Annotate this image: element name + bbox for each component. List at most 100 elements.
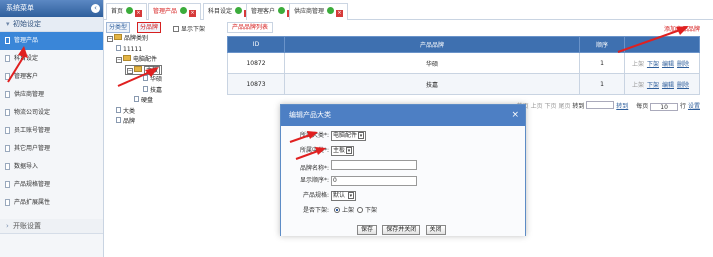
checkbox-label: 显示下架 bbox=[181, 26, 206, 33]
sidebar-item-label: 物流公司设定 bbox=[14, 109, 51, 116]
delete-link[interactable]: 删除 bbox=[677, 61, 689, 68]
tree-node-label: 品牌类别 bbox=[124, 35, 149, 42]
sidebar-item-customers[interactable]: 管理客户 bbox=[0, 68, 103, 86]
sidebar-item-label: 供应商管理 bbox=[14, 91, 45, 98]
document-icon bbox=[5, 145, 10, 152]
refresh-icon[interactable] bbox=[180, 7, 188, 14]
pager-set-link[interactable]: 设置 bbox=[688, 103, 700, 110]
close-button[interactable]: 关闭 bbox=[425, 225, 446, 235]
tree-node-label: 硬盘 bbox=[141, 97, 154, 104]
tab-manage-products[interactable]: 管理产品 × bbox=[148, 3, 202, 20]
pager-rows-unit: 行 bbox=[680, 103, 687, 110]
tree-node-disk[interactable]: 硬盘 bbox=[134, 96, 153, 106]
pager-goto-label: 转到 bbox=[572, 103, 585, 110]
sidebar-item-import[interactable]: 数据导入 bbox=[0, 158, 103, 176]
tab-suppliers[interactable]: 供应商管理 × bbox=[289, 3, 349, 20]
document-icon bbox=[5, 37, 10, 44]
offline-link[interactable]: 下架 bbox=[647, 61, 659, 68]
section-label: 初始设定 bbox=[13, 20, 41, 28]
sidebar-item-label: 产品规格管理 bbox=[14, 181, 51, 188]
radio-offline[interactable] bbox=[357, 207, 364, 213]
column-header-order[interactable]: 顺序 bbox=[579, 36, 625, 53]
close-icon[interactable]: × bbox=[511, 105, 519, 126]
tree-node-label: 技嘉 bbox=[150, 87, 163, 94]
sidebar-item-spec[interactable]: 产品规格管理 bbox=[0, 176, 103, 194]
edit-link[interactable]: 编辑 bbox=[662, 61, 674, 68]
cell-brand: 技嘉 bbox=[284, 73, 580, 95]
tab-brand-list[interactable]: 产品品牌列表 bbox=[227, 22, 274, 33]
mid-category-select[interactable]: 主板 ▾ bbox=[331, 146, 355, 156]
pager-next[interactable]: 下页 bbox=[545, 103, 557, 110]
pager-prev[interactable]: 上页 bbox=[531, 103, 543, 110]
save-and-close-button[interactable]: 保存并关闭 bbox=[382, 225, 421, 235]
tree-node-computer[interactable]: − 电脑配件 bbox=[116, 55, 157, 65]
tree-node-root[interactable]: − 品牌类别 bbox=[107, 34, 148, 44]
sidebar-item-subjects[interactable]: 科目设定 bbox=[0, 50, 103, 68]
sidebar-item-manage-products[interactable]: 管理产品 bbox=[0, 32, 103, 50]
collapse-icon[interactable]: − bbox=[116, 57, 122, 63]
save-button[interactable]: 保存 bbox=[357, 225, 378, 235]
tree-node-jijia[interactable]: 技嘉 bbox=[143, 86, 162, 96]
select-value: 电脑配件 bbox=[333, 132, 358, 139]
sidebar-item-label: 科目设定 bbox=[14, 55, 39, 62]
display-order-input[interactable]: 0 bbox=[331, 176, 417, 186]
sidebar-item-logistics[interactable]: 物流公司设定 bbox=[0, 104, 103, 122]
dialog-body: 所属大类*: 电脑配件 ▾ 所属中类*: 主板 ▾ 品牌名称*: 显示顺序*: 0 产品规… bbox=[281, 126, 525, 236]
tree-node-mainboard[interactable]: − 主板 bbox=[125, 65, 163, 75]
refresh-icon[interactable] bbox=[235, 7, 243, 14]
collapse-icon[interactable]: − bbox=[107, 36, 113, 42]
column-header-brand[interactable]: 产品品牌 bbox=[284, 36, 580, 53]
tab-by-type[interactable]: 分类型 bbox=[106, 22, 131, 33]
delete-link[interactable]: 删除 bbox=[677, 82, 689, 89]
add-brand-link[interactable]: 添加产品品牌 bbox=[664, 24, 700, 33]
offline-link[interactable]: 下架 bbox=[647, 82, 659, 89]
tree-node-huashuo[interactable]: 华硕 bbox=[143, 75, 162, 85]
refresh-icon[interactable] bbox=[278, 7, 286, 14]
column-header-id[interactable]: ID bbox=[227, 36, 285, 53]
collapse-sidebar-icon[interactable]: ‹ bbox=[91, 4, 100, 13]
field-label: 品牌名称*: bbox=[299, 165, 329, 172]
field-brand-name: 品牌名称*: bbox=[281, 160, 417, 172]
close-icon[interactable]: × bbox=[189, 10, 197, 17]
product-spec-select[interactable]: 默认 ▾ bbox=[331, 191, 356, 201]
document-icon bbox=[116, 45, 121, 51]
radio-online[interactable] bbox=[334, 207, 340, 213]
tab-label: 管理产品 bbox=[153, 8, 178, 15]
big-category-select[interactable]: 电脑配件 ▾ bbox=[331, 131, 367, 141]
sidebar-item-label: 数据导入 bbox=[14, 163, 39, 170]
field-mid-category: 所属中类*: 主板 ▾ bbox=[281, 145, 355, 157]
show-offline-checkbox[interactable]: 显示下架 bbox=[173, 24, 205, 33]
edit-link[interactable]: 编辑 bbox=[662, 82, 674, 89]
tree-node-big[interactable]: 大类 bbox=[116, 107, 135, 117]
document-icon bbox=[5, 127, 10, 134]
sidebar-item-suppliers[interactable]: 供应商管理 bbox=[0, 86, 103, 104]
field-label: 产品规格: bbox=[302, 192, 329, 199]
collapse-icon[interactable]: − bbox=[127, 68, 133, 74]
pager-last[interactable]: 尾页 bbox=[558, 103, 570, 110]
sidebar-item-ext-attr[interactable]: 产品扩展属性 bbox=[0, 194, 103, 212]
close-icon[interactable]: × bbox=[336, 10, 344, 17]
brand-name-input[interactable] bbox=[331, 160, 417, 170]
cell-actions: 上架 下架 编辑 删除 bbox=[624, 52, 700, 74]
tab-by-brand[interactable]: 分品牌 bbox=[137, 22, 162, 33]
sidebar-item-staff[interactable]: 员工账号管理 bbox=[0, 122, 103, 140]
refresh-icon[interactable] bbox=[126, 7, 134, 14]
document-icon bbox=[143, 86, 148, 92]
pager-page-input[interactable] bbox=[586, 101, 615, 109]
document-icon bbox=[116, 107, 121, 113]
document-icon bbox=[5, 55, 10, 62]
cell-brand: 华硕 bbox=[284, 52, 580, 74]
close-icon[interactable]: × bbox=[135, 10, 143, 17]
sidebar-item-other-users[interactable]: 其它用户管理 bbox=[0, 140, 103, 158]
sidebar-section-initial[interactable]: ▾ 初始设定 bbox=[0, 17, 103, 32]
tree-node-brand[interactable]: 品牌 bbox=[116, 117, 135, 127]
tab-home[interactable]: 首页 × bbox=[106, 3, 148, 20]
sidebar-item-label: 员工账号管理 bbox=[14, 127, 51, 134]
tab-label: 管理客户 bbox=[251, 8, 276, 15]
refresh-icon[interactable] bbox=[327, 7, 335, 14]
section-label: 开账设置 bbox=[13, 222, 41, 230]
sidebar-section-opening[interactable]: › 开账设置 bbox=[0, 219, 103, 234]
pager-perpage-input[interactable]: 10 bbox=[650, 103, 679, 111]
pager-goto-link[interactable]: 转到 bbox=[616, 103, 628, 110]
tree-node-11111[interactable]: 11111 bbox=[116, 45, 142, 55]
